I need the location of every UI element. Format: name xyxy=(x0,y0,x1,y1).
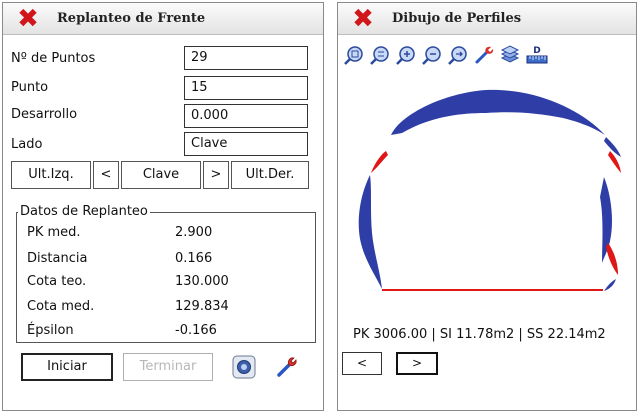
zoom-all-icon[interactable] xyxy=(343,44,365,66)
profile-arch-crown xyxy=(391,89,605,135)
epsilon-value: -0.166 xyxy=(175,323,217,338)
num-puntos-label: Nº de Puntos xyxy=(11,51,96,66)
window-title: Replanteo de Frente xyxy=(57,11,206,26)
next-point-button[interactable]: > xyxy=(203,161,229,189)
profile-wall-left xyxy=(358,175,382,289)
profile-overbreak-right-lower xyxy=(606,243,618,275)
distancia-label: Distancia xyxy=(27,251,88,266)
replanteo-panel: ✖ Replanteo de Frente Nº de Puntos 29 Pu… xyxy=(2,2,324,411)
next-profile-button[interactable]: > xyxy=(396,352,438,375)
ult-izq-button[interactable]: Ult.Izq. xyxy=(11,161,91,189)
perfiles-panel: ✖ Dibujo de Perfiles D PK 3006.00 | SI 1… xyxy=(337,2,637,411)
num-puntos-field[interactable]: 29 xyxy=(184,46,308,70)
title-bar: ✖ Dibujo de Perfiles xyxy=(338,3,636,35)
zoom-next-icon[interactable] xyxy=(447,44,469,66)
pk-med-value: 2.900 xyxy=(175,225,213,240)
cota-teo-value: 130.000 xyxy=(175,274,229,289)
zoom-out-icon[interactable] xyxy=(421,44,443,66)
current-side-button[interactable]: Clave xyxy=(121,161,201,189)
distancia-value: 0.166 xyxy=(175,251,213,266)
zoom-window-icon[interactable] xyxy=(369,44,391,66)
tools-wrench-icon[interactable] xyxy=(473,44,495,66)
cota-med-value: 129.834 xyxy=(175,299,229,314)
layers-icon[interactable] xyxy=(499,44,521,66)
prev-profile-button[interactable]: < xyxy=(342,352,382,375)
title-bar: ✖ Replanteo de Frente xyxy=(3,3,323,35)
ult-der-button[interactable]: Ult.Der. xyxy=(231,161,309,189)
profile-wall-right-lower xyxy=(604,279,616,291)
group-title: Datos de Replanteo xyxy=(18,204,150,219)
pk-med-label: PK med. xyxy=(27,225,81,240)
prev-point-button[interactable]: < xyxy=(93,161,119,189)
lado-field[interactable]: Clave xyxy=(184,132,308,156)
wrench-icon[interactable] xyxy=(274,354,300,380)
profile-overbreak-left-upper xyxy=(371,151,388,173)
desarrollo-label: Desarrollo xyxy=(11,107,78,122)
close-icon[interactable]: ✖ xyxy=(348,5,378,33)
lado-label: Lado xyxy=(11,137,43,152)
profile-drawing xyxy=(358,89,621,291)
zoom-in-icon[interactable] xyxy=(395,44,417,66)
ruler-glyph: D xyxy=(533,46,540,56)
cota-med-label: Cota med. xyxy=(27,299,95,314)
desarrollo-field[interactable]: 0.000 xyxy=(184,104,308,128)
distance-ruler-icon[interactable]: D xyxy=(525,44,549,66)
terminar-button[interactable]: Terminar xyxy=(123,353,213,381)
punto-field[interactable]: 15 xyxy=(184,76,308,100)
camera-icon[interactable] xyxy=(231,354,257,380)
iniciar-button[interactable]: Iniciar xyxy=(21,353,113,381)
profile-status-text: PK 3006.00 | SI 11.78m2 | SS 22.14m2 xyxy=(353,327,606,342)
punto-label: Punto xyxy=(11,80,49,95)
cota-teo-label: Cota teo. xyxy=(27,274,87,289)
close-icon[interactable]: ✖ xyxy=(13,5,43,33)
epsilon-label: Épsilon xyxy=(27,323,74,338)
window-title: Dibujo de Perfiles xyxy=(392,11,522,26)
